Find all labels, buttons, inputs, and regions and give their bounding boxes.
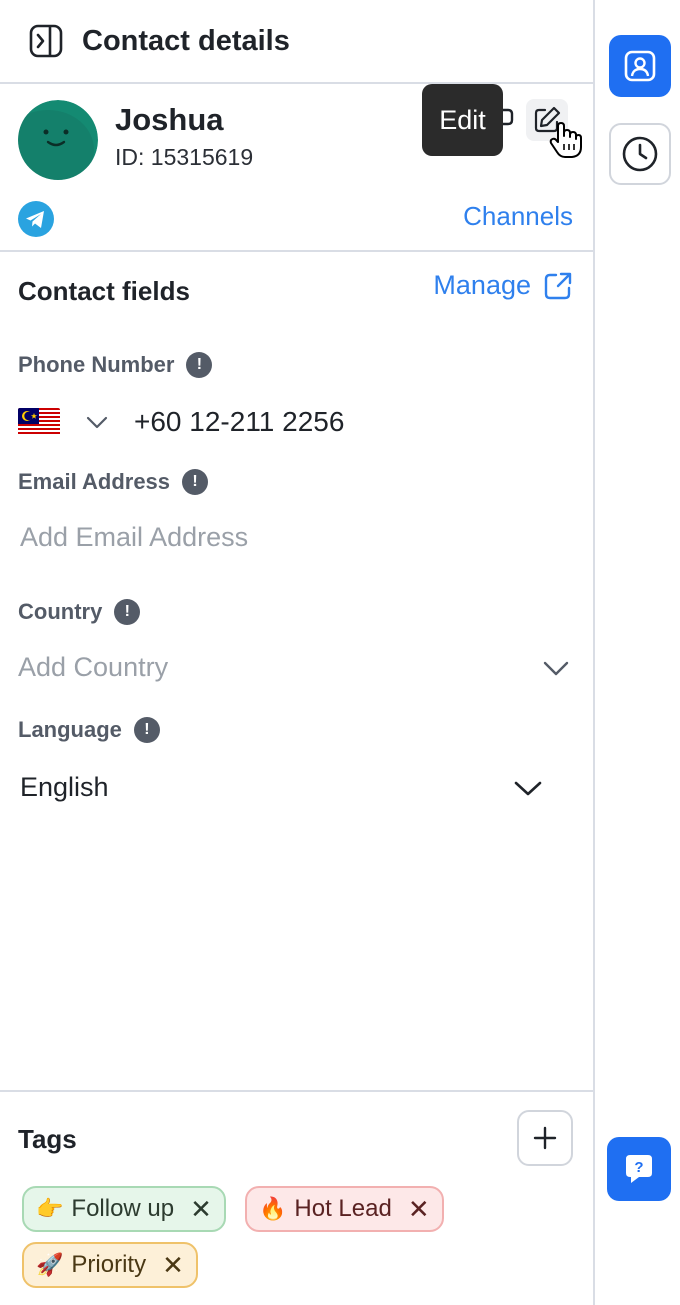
contact-details-panel: Contact details Joshua ID: 15315619 Edit bbox=[0, 0, 595, 1305]
tag-label: Hot Lead bbox=[294, 1195, 392, 1222]
hand-cursor-icon bbox=[548, 120, 584, 158]
email-label-text: Email Address bbox=[18, 469, 171, 494]
email-input[interactable]: Add Email Address bbox=[20, 522, 248, 553]
manage-fields-link[interactable]: Manage bbox=[433, 270, 573, 301]
phone-field: +60 12-211 2256 bbox=[18, 402, 344, 442]
info-icon[interactable]: ! bbox=[133, 717, 160, 743]
tag-chip[interactable]: 🚀 Priority ✕ bbox=[22, 1242, 198, 1288]
language-label-text: Language bbox=[18, 717, 122, 742]
info-icon[interactable]: ! bbox=[114, 599, 141, 625]
avatar bbox=[18, 100, 98, 180]
tag-emoji: 🚀 bbox=[36, 1252, 64, 1277]
info-icon[interactable]: ! bbox=[182, 469, 209, 495]
contact-fields-section: Contact fields Manage Phone Number ! +60… bbox=[0, 252, 593, 1092]
remove-tag-icon[interactable]: ✕ bbox=[408, 1194, 430, 1225]
remove-tag-icon[interactable]: ✕ bbox=[190, 1194, 212, 1225]
telegram-icon[interactable] bbox=[18, 201, 54, 237]
help-chat-icon: ? bbox=[626, 1155, 652, 1183]
contact-fields-title: Contact fields bbox=[18, 276, 190, 306]
contact-details-tab-button[interactable] bbox=[609, 35, 671, 97]
right-rail: ? bbox=[597, 0, 680, 1305]
country-chevron-down-icon[interactable] bbox=[540, 652, 572, 684]
phone-input[interactable]: +60 12-211 2256 bbox=[134, 406, 344, 438]
country-label-text: Country bbox=[18, 599, 103, 624]
phone-label: Phone Number ! bbox=[18, 352, 213, 378]
tag-chip[interactable]: 👉 Follow up ✕ bbox=[22, 1186, 226, 1232]
tag-chip[interactable]: 🔥 Hot Lead ✕ bbox=[245, 1186, 444, 1232]
language-label: Language ! bbox=[18, 717, 160, 743]
country-code-chevron-icon[interactable] bbox=[84, 409, 110, 435]
phone-label-text: Phone Number bbox=[18, 352, 175, 377]
contact-id: ID: 15315619 bbox=[115, 144, 254, 170]
email-label: Email Address ! bbox=[18, 469, 209, 495]
contact-name: Joshua bbox=[115, 102, 224, 137]
contact-card: Joshua ID: 15315619 Edit Channels bbox=[0, 84, 593, 252]
page-title: Contact details bbox=[82, 24, 290, 57]
help-button[interactable]: ? bbox=[607, 1137, 671, 1201]
remove-tag-icon[interactable]: ✕ bbox=[162, 1250, 184, 1281]
tag-emoji: 🔥 bbox=[259, 1196, 287, 1221]
edit-tooltip: Edit bbox=[422, 84, 503, 156]
tag-label: Follow up bbox=[71, 1195, 175, 1222]
panel-header: Contact details bbox=[0, 0, 593, 84]
external-link-icon bbox=[544, 272, 572, 299]
country-label: Country ! bbox=[18, 599, 141, 625]
clock-icon bbox=[622, 136, 658, 172]
language-select[interactable]: English bbox=[20, 772, 109, 803]
tag-label: Priority bbox=[71, 1251, 147, 1278]
malaysia-flag-icon[interactable] bbox=[18, 408, 60, 436]
history-tab-button[interactable] bbox=[609, 123, 671, 185]
language-chevron-down-icon[interactable] bbox=[512, 772, 544, 804]
tags-section: Tags 👉 Follow up ✕ 🔥 Hot Lead ✕ 🚀 Priori… bbox=[0, 1092, 593, 1303]
info-icon[interactable]: ! bbox=[186, 352, 213, 378]
collapse-panel-icon[interactable] bbox=[26, 21, 66, 61]
add-tag-button[interactable] bbox=[517, 1110, 573, 1166]
svg-text:?: ? bbox=[634, 1159, 643, 1176]
tag-emoji: 👉 bbox=[36, 1196, 64, 1221]
country-select[interactable]: Add Country bbox=[18, 652, 168, 683]
manage-label: Manage bbox=[433, 270, 531, 300]
plus-icon bbox=[533, 1126, 557, 1150]
tags-title: Tags bbox=[18, 1124, 77, 1154]
channels-link[interactable]: Channels bbox=[463, 201, 573, 232]
contact-card-icon bbox=[624, 50, 656, 82]
